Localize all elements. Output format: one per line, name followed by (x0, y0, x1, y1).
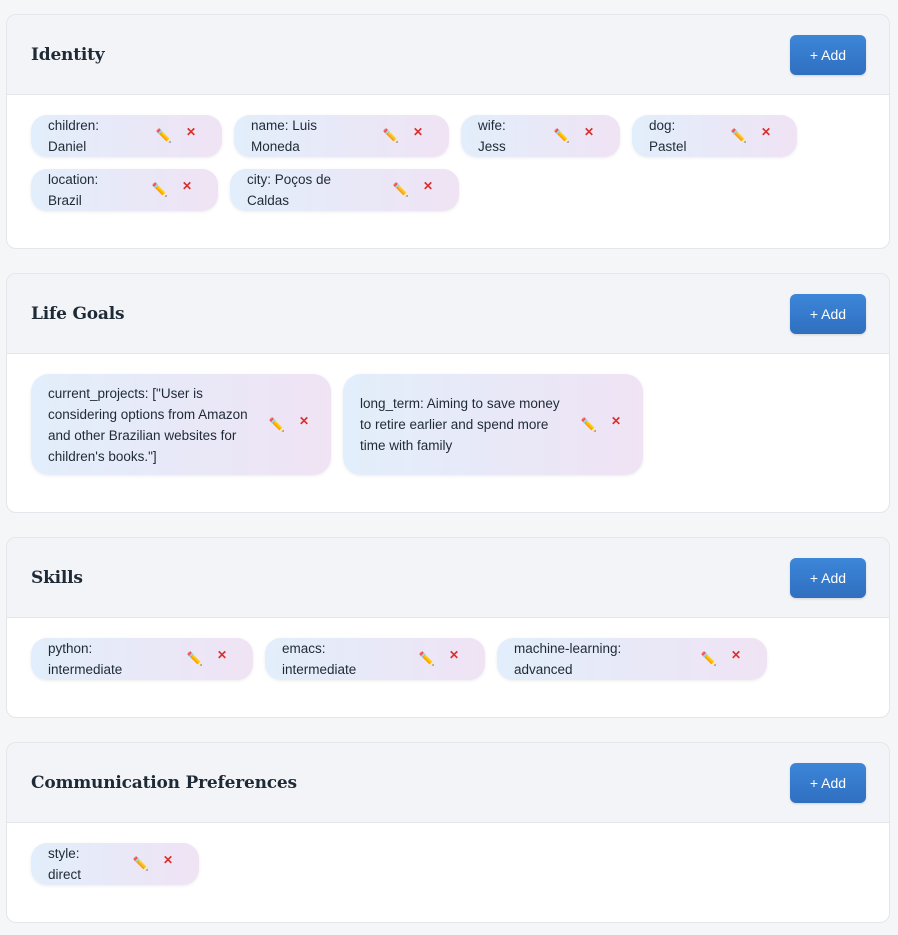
chip: long_term: Aiming to save money to retir… (343, 374, 643, 475)
chip-list: children: Daniel ✏️ ✕ name: Luis Moneda … (7, 95, 889, 211)
pencil-icon[interactable]: ✏️ (187, 651, 203, 667)
section-header: Skills + Add (7, 538, 889, 618)
chip: children: Daniel ✏️ ✕ (31, 115, 222, 157)
close-icon[interactable]: ✕ (163, 853, 173, 867)
section-header: Life Goals + Add (7, 274, 889, 354)
chip-label: wife: Jess (478, 118, 506, 154)
chip: location: Brazil ✏️ ✕ (31, 169, 218, 211)
close-icon[interactable]: ✕ (584, 125, 594, 139)
add-button[interactable]: + Add (790, 557, 866, 598)
pencil-icon[interactable]: ✏️ (393, 182, 409, 198)
close-icon[interactable]: ✕ (217, 648, 227, 662)
chip-label: name: Luis Moneda (251, 118, 318, 154)
close-icon[interactable]: ✕ (423, 179, 433, 193)
section-title: Skills (31, 567, 83, 588)
add-button[interactable]: + Add (790, 762, 866, 803)
close-icon[interactable]: ✕ (449, 648, 459, 662)
chip-label: long_term: Aiming to save money to retir… (360, 396, 560, 453)
close-icon[interactable]: ✕ (611, 414, 621, 428)
section-communication-preferences: Communication Preferences + Add style: d… (6, 742, 890, 923)
chip-label: style: direct (48, 846, 82, 882)
chip-list: style: direct ✏️ ✕ (7, 823, 889, 885)
chip: style: direct ✏️ ✕ (31, 843, 199, 885)
section-title: Communication Preferences (31, 772, 297, 793)
close-icon[interactable]: ✕ (731, 648, 741, 662)
add-button[interactable]: + Add (790, 34, 866, 75)
close-icon[interactable]: ✕ (186, 125, 196, 139)
chip-list: python: intermediate ✏️ ✕ emacs: interme… (7, 618, 889, 680)
chip: dog: Pastel ✏️ ✕ (632, 115, 797, 157)
pencil-icon[interactable]: ✏️ (156, 128, 172, 144)
chip-label: emacs: intermediate (282, 641, 357, 677)
section-identity: Identity + Add children: Daniel ✏️ ✕ nam… (6, 14, 890, 249)
chip-label: location: Brazil (48, 172, 99, 208)
close-icon[interactable]: ✕ (413, 125, 423, 139)
section-header: Communication Preferences + Add (7, 743, 889, 823)
pencil-icon[interactable]: ✏️ (554, 128, 570, 144)
chip: emacs: intermediate ✏️ ✕ (265, 638, 485, 680)
pencil-icon[interactable]: ✏️ (269, 417, 285, 433)
pencil-icon[interactable]: ✏️ (383, 128, 399, 144)
section-skills: Skills + Add python: intermediate ✏️ ✕ e… (6, 537, 890, 718)
chip: machine-learning: advanced ✏️ ✕ (497, 638, 767, 680)
pencil-icon[interactable]: ✏️ (133, 856, 149, 872)
pencil-icon[interactable]: ✏️ (701, 651, 717, 667)
close-icon[interactable]: ✕ (299, 414, 309, 428)
chip: current_projects: ["User is considering … (31, 374, 331, 475)
chip-list: current_projects: ["User is considering … (7, 354, 889, 475)
chip-label: city: Poços de Caldas (247, 172, 332, 208)
chip-label: dog: Pastel (649, 118, 687, 154)
chip-label: machine-learning: advanced (514, 641, 622, 677)
chip: python: intermediate ✏️ ✕ (31, 638, 253, 680)
section-title: Identity (31, 44, 105, 65)
pencil-icon[interactable]: ✏️ (731, 128, 747, 144)
close-icon[interactable]: ✕ (182, 179, 192, 193)
section-life-goals: Life Goals + Add current_projects: ["Use… (6, 273, 890, 513)
add-button[interactable]: + Add (790, 293, 866, 334)
pencil-icon[interactable]: ✏️ (581, 417, 597, 433)
section-header: Identity + Add (7, 15, 889, 95)
chip: name: Luis Moneda ✏️ ✕ (234, 115, 449, 157)
close-icon[interactable]: ✕ (761, 125, 771, 139)
chip: city: Poços de Caldas ✏️ ✕ (230, 169, 459, 211)
section-title: Life Goals (31, 303, 125, 324)
chip-label: current_projects: ["User is considering … (48, 385, 248, 464)
chip-label: python: intermediate (48, 641, 123, 677)
chip: wife: Jess ✏️ ✕ (461, 115, 620, 157)
pencil-icon[interactable]: ✏️ (419, 651, 435, 667)
chip-label: children: Daniel (48, 118, 100, 154)
pencil-icon[interactable]: ✏️ (152, 182, 168, 198)
